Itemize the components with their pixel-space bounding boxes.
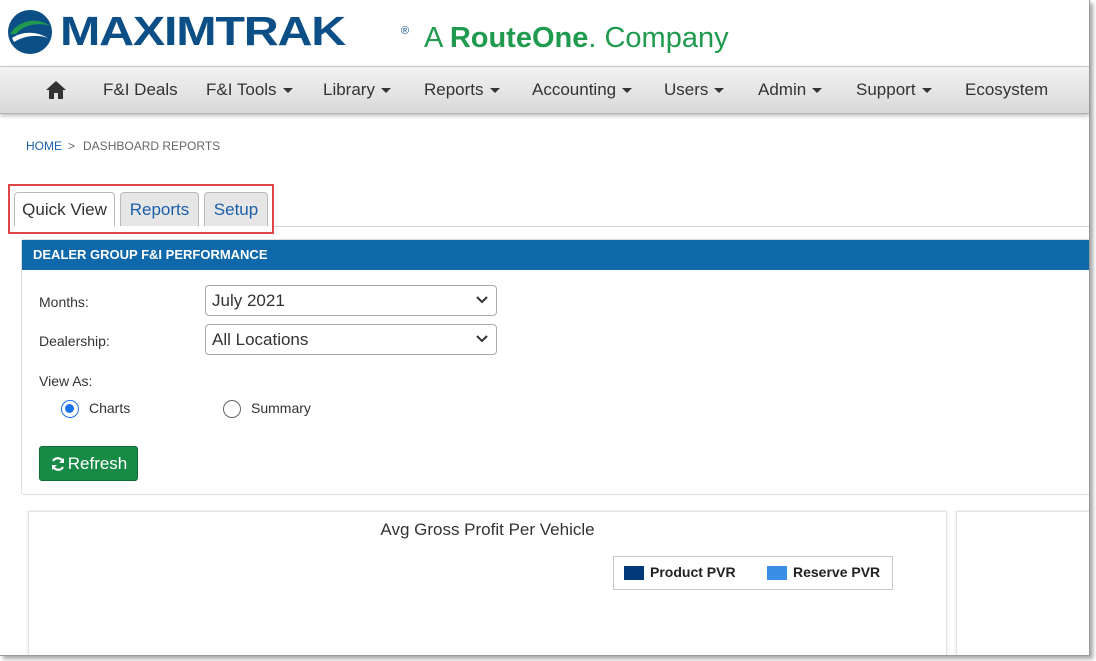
avg-gross-profit-chart: Avg Gross Profit Per Vehicle Product PVR… — [28, 511, 947, 655]
tab-setup[interactable]: Setup — [204, 192, 268, 226]
brand-name: MAXIMTRAK — [60, 8, 346, 54]
dealer-performance-panel: DEALER GROUP F&I PERFORMANCE Months: Jul… — [21, 239, 1089, 495]
brand-registered-mark: ® — [401, 25, 410, 37]
tagline-suffix: . Company — [588, 22, 729, 54]
tagline-prefix: A — [424, 22, 442, 54]
chevron-down-icon — [476, 296, 488, 304]
second-chart-card — [956, 511, 1089, 655]
caret-down-icon — [282, 88, 293, 94]
nav-item-users[interactable]: Users — [664, 67, 725, 113]
caret-down-icon — [380, 88, 391, 94]
app-window: MAXIMTRAK ® A RouteOne. Company F&I Deal… — [0, 0, 1090, 656]
summary-radio-label[interactable]: Summary — [251, 400, 311, 416]
nav-item-admin[interactable]: Admin — [758, 67, 823, 113]
chart-legend: Product PVR Reserve PVR — [613, 556, 893, 590]
months-select-value: July 2021 — [212, 291, 285, 310]
nav-item-support[interactable]: Support — [856, 67, 932, 113]
nav-item-accounting[interactable]: Accounting — [532, 67, 633, 113]
breadcrumb-separator: > — [68, 139, 76, 153]
caret-down-icon — [921, 88, 932, 94]
refresh-button[interactable]: Refresh — [39, 446, 138, 481]
tab-divider — [274, 226, 1089, 227]
charts-radio-label[interactable]: Charts — [89, 400, 130, 416]
nav-item-library[interactable]: Library — [323, 67, 391, 113]
tagline-company: RouteOne — [449, 22, 589, 54]
legend-swatch-product-pvr — [624, 566, 644, 580]
legend-swatch-reserve-pvr — [767, 566, 787, 580]
refresh-label: Refresh — [67, 454, 128, 473]
nav-item-reports[interactable]: Reports — [424, 67, 500, 113]
nav-item-fi-tools[interactable]: F&I Tools — [206, 67, 293, 113]
main-nav: F&I Deals F&I Tools Library Reports Acco… — [0, 66, 1089, 114]
breadcrumb-home-link[interactable]: HOME — [26, 139, 62, 153]
chevron-down-icon — [476, 335, 488, 343]
maximtrak-logo-icon — [8, 10, 52, 54]
caret-down-icon — [622, 88, 633, 94]
view-as-label: View As: — [39, 373, 93, 389]
home-icon[interactable] — [45, 80, 67, 100]
header: MAXIMTRAK ® A RouteOne. Company — [0, 0, 1089, 66]
caret-down-icon — [489, 88, 500, 94]
caret-down-icon — [714, 88, 725, 94]
brand-tagline: A RouteOne. Company — [424, 18, 729, 58]
months-label: Months: — [39, 294, 89, 310]
summary-radio[interactable] — [223, 400, 241, 418]
nav-item-ecosystem[interactable]: Ecosystem — [965, 67, 1048, 113]
panel-title: DEALER GROUP F&I PERFORMANCE — [22, 240, 1089, 270]
charts-radio[interactable] — [61, 400, 79, 418]
dealership-label: Dealership: — [39, 333, 110, 349]
nav-item-fi-deals[interactable]: F&I Deals — [103, 67, 178, 113]
months-select[interactable]: July 2021 — [205, 285, 497, 316]
dealership-select[interactable]: All Locations — [205, 324, 497, 355]
breadcrumb-current: DASHBOARD REPORTS — [83, 139, 221, 153]
breadcrumb: HOME > DASHBOARD REPORTS — [26, 139, 220, 153]
legend-label-reserve-pvr[interactable]: Reserve PVR — [793, 564, 880, 580]
chart-title: Avg Gross Profit Per Vehicle — [380, 520, 595, 539]
tab-reports[interactable]: Reports — [120, 192, 199, 226]
dealership-select-value: All Locations — [212, 330, 309, 349]
legend-label-product-pvr[interactable]: Product PVR — [650, 564, 736, 580]
caret-down-icon — [812, 88, 823, 94]
tab-quick-view[interactable]: Quick View — [14, 192, 115, 226]
refresh-icon — [51, 457, 64, 471]
